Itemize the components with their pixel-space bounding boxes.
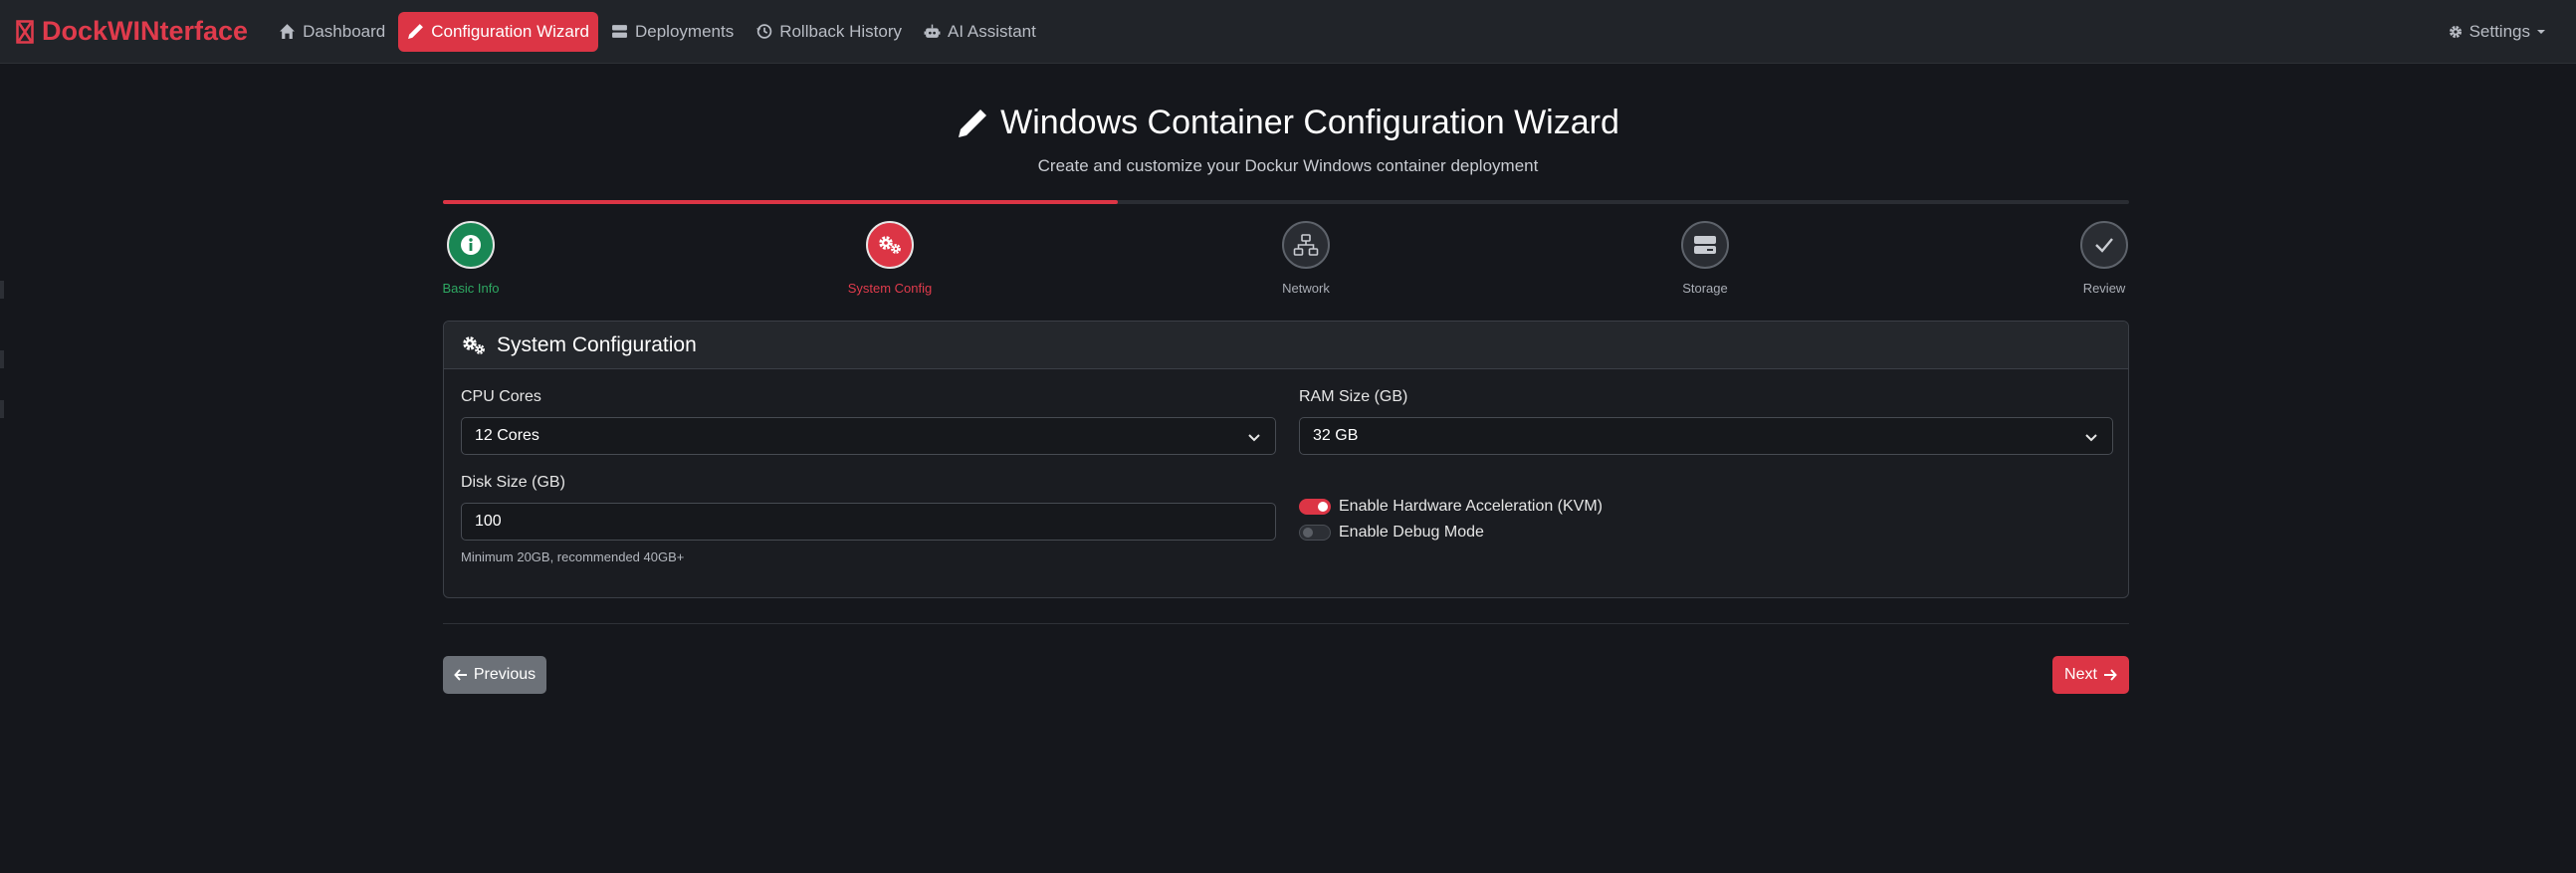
system-configuration-card: System Configuration CPU Cores 12 Cores …: [443, 321, 2129, 598]
nav-dashboard-label: Dashboard: [303, 21, 386, 41]
pencil-icon: [959, 109, 987, 137]
check-icon: [2095, 238, 2113, 253]
step-review[interactable]: Review: [2035, 221, 2174, 296]
info-icon: [461, 235, 481, 255]
pencil-icon: [408, 24, 424, 39]
debug-mode-toggle[interactable]: [1299, 525, 1331, 541]
step-storage-circle: [1681, 221, 1729, 269]
wizard-progress-bar: [443, 200, 2129, 204]
disk-size-value: 100: [475, 513, 502, 530]
previous-button-label: Previous: [473, 666, 537, 683]
network-icon: [1293, 234, 1319, 256]
kvm-toggle-row: Enable Hardware Acceleration (KVM): [1299, 498, 1603, 516]
card-header: System Configuration: [444, 322, 2128, 369]
ram-size-select[interactable]: 32 GB: [1299, 417, 2113, 455]
disk-size-input[interactable]: 100: [461, 503, 1276, 541]
page-subtitle: Create and customize your Dockur Windows…: [1037, 156, 1539, 175]
step-network[interactable]: Network: [1236, 221, 1376, 296]
step-storage[interactable]: Storage: [1635, 221, 1775, 296]
robot-icon: [924, 24, 941, 38]
step-network-circle: [1282, 221, 1330, 269]
card-title: System Configuration: [497, 332, 697, 356]
edge-marker: [0, 400, 4, 418]
nav-configuration-wizard[interactable]: Configuration Wizard: [398, 11, 598, 52]
next-button[interactable]: Next: [2052, 656, 2129, 694]
step-basic-info-circle: [447, 221, 495, 269]
edge-marker: [0, 281, 4, 299]
caret-down-icon: [2537, 30, 2545, 34]
nav-ai-assistant-label: AI Assistant: [948, 21, 1036, 41]
debug-toggle-row: Enable Debug Mode: [1299, 524, 1484, 542]
brand-name: DockWINterface: [42, 16, 249, 46]
step-review-circle: [2080, 221, 2128, 269]
brand-logo[interactable]: DockWINterface: [16, 16, 248, 47]
disk-size-label: Disk Size (GB): [461, 474, 565, 491]
cpu-cores-value: 12 Cores: [475, 427, 539, 444]
step-basic-info[interactable]: Basic Info: [401, 221, 540, 296]
chevron-down-icon: [2085, 434, 2097, 442]
page-title-text: Windows Container Configuration Wizard: [1000, 104, 1619, 141]
windows-box-icon: [16, 19, 34, 44]
gears-icon: [879, 236, 901, 254]
debug-toggle-label: Enable Debug Mode: [1339, 524, 1484, 541]
storage-icon: [1694, 236, 1716, 254]
settings-dropdown[interactable]: Settings: [2448, 0, 2546, 64]
kvm-toggle-label: Enable Hardware Acceleration (KVM): [1339, 498, 1604, 515]
step-system-config-label: System Config: [847, 281, 933, 296]
history-icon: [756, 24, 772, 39]
next-button-label: Next: [2064, 666, 2097, 683]
top-navbar: DockWINterface Dashboard Configuration W…: [0, 0, 2576, 64]
nav-deployments[interactable]: Deployments: [602, 12, 743, 52]
nav-dashboard[interactable]: Dashboard: [270, 12, 394, 52]
step-basic-info-label: Basic Info: [442, 281, 500, 296]
chevron-down-icon: [1248, 434, 1260, 442]
previous-button[interactable]: Previous: [443, 656, 546, 694]
footer-divider: [443, 623, 2129, 624]
wizard-progress-fill: [443, 200, 1118, 204]
ram-size-label: RAM Size (GB): [1299, 388, 1408, 405]
arrow-right-icon: [2103, 669, 2117, 681]
disk-size-hint: Minimum 20GB, recommended 40GB+: [461, 549, 685, 564]
nav-deployments-label: Deployments: [634, 21, 735, 41]
cpu-cores-select[interactable]: 12 Cores: [461, 417, 1276, 455]
toggle-knob: [1318, 502, 1328, 512]
home-icon: [280, 24, 295, 39]
nav-configuration-wizard-label: Configuration Wizard: [431, 21, 589, 41]
server-icon: [612, 25, 627, 38]
step-system-config-circle: [866, 221, 914, 269]
toggle-knob: [1303, 528, 1313, 538]
edge-marker: [0, 350, 4, 368]
ram-size-value: 32 GB: [1313, 427, 1359, 444]
cpu-cores-label: CPU Cores: [461, 388, 541, 405]
step-storage-label: Storage: [1682, 281, 1728, 296]
kvm-toggle[interactable]: [1299, 499, 1331, 515]
settings-label: Settings: [2469, 22, 2530, 41]
step-system-config[interactable]: System Config: [820, 221, 960, 296]
page-title: Windows Container Configuration Wizard: [0, 104, 2576, 142]
gear-icon: [2449, 26, 2462, 38]
step-network-label: Network: [1282, 281, 1330, 296]
arrow-left-icon: [454, 669, 467, 681]
nav-ai-assistant[interactable]: AI Assistant: [915, 12, 1045, 52]
nav-rollback-history-label: Rollback History: [779, 21, 903, 41]
nav-rollback-history[interactable]: Rollback History: [747, 12, 911, 52]
step-review-label: Review: [2082, 281, 2126, 296]
gears-icon: [463, 335, 485, 354]
